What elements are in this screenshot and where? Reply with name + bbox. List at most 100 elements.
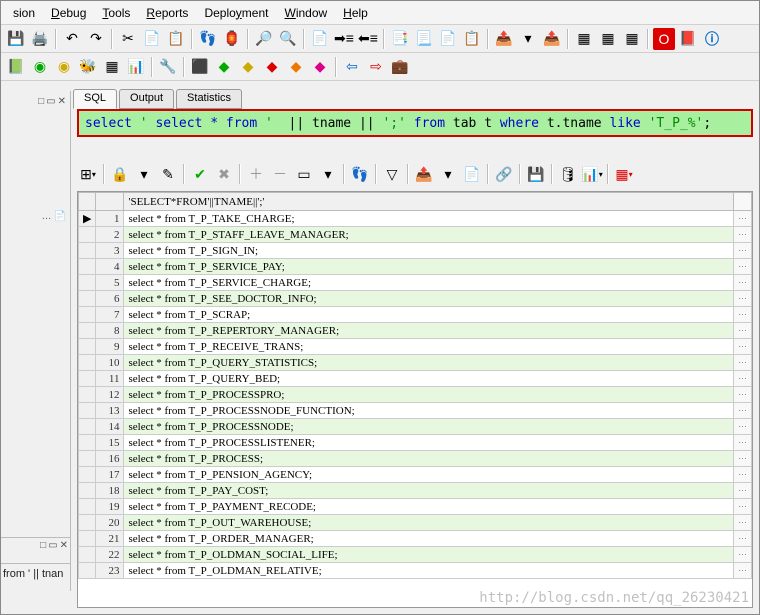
cell-more-icon[interactable]: ⋯ <box>734 531 752 547</box>
tab-sql[interactable]: SQL <box>73 89 117 109</box>
zoom-out-icon[interactable]: 🔍 <box>277 28 299 50</box>
lock-icon[interactable]: 🔒 <box>109 163 131 185</box>
brick-pink-icon[interactable]: ◆ <box>309 56 331 78</box>
menu-reports[interactable]: Reports <box>138 4 196 22</box>
cell-value[interactable]: select * from T_P_OLDMAN_SOCIAL_LIFE; <box>124 547 734 563</box>
save-icon[interactable]: 💾 <box>5 28 27 50</box>
cell-more-icon[interactable]: ⋯ <box>734 243 752 259</box>
cell-value[interactable]: select * from T_P_TAKE_CHARGE; <box>124 211 734 227</box>
cell-value[interactable]: select * from T_P_PROCESSLISTENER; <box>124 435 734 451</box>
app-icon[interactable]: O <box>653 28 675 50</box>
doc-icon[interactable]: 📄 <box>309 28 331 50</box>
tbl3-icon[interactable]: ▦ <box>621 28 643 50</box>
undo-icon[interactable]: ↶ <box>61 28 83 50</box>
cell-more-icon[interactable]: ⋯ <box>734 547 752 563</box>
table-row[interactable]: 2select * from T_P_STAFF_LEAVE_MANAGER;⋯ <box>79 227 752 243</box>
cell-more-icon[interactable]: ⋯ <box>734 275 752 291</box>
tab-stats[interactable]: Statistics <box>176 89 242 109</box>
chart-icon[interactable]: 📊 <box>125 56 147 78</box>
copy-icon[interactable]: 📄 <box>141 28 163 50</box>
bee-icon[interactable]: 🐝 <box>77 56 99 78</box>
cell-more-icon[interactable]: ⋯ <box>734 467 752 483</box>
cell-more-icon[interactable]: ⋯ <box>734 371 752 387</box>
table-row[interactable]: 17select * from T_P_PENSION_AGENCY;⋯ <box>79 467 752 483</box>
table-row[interactable]: 6select * from T_P_SEE_DOCTOR_INFO;⋯ <box>79 291 752 307</box>
replace-icon[interactable]: 🏮 <box>221 28 243 50</box>
table-row[interactable]: 5select * from T_P_SERVICE_CHARGE;⋯ <box>79 275 752 291</box>
cell-more-icon[interactable]: ⋯ <box>734 435 752 451</box>
cell-value[interactable]: select * from T_P_PROCESSNODE_FUNCTION; <box>124 403 734 419</box>
menu-debug[interactable]: Debug <box>43 4 94 22</box>
page-icon[interactable]: 📄 <box>54 211 66 222</box>
tab-output[interactable]: Output <box>119 89 174 109</box>
brick-orange-icon[interactable]: ◆ <box>285 56 307 78</box>
brick-yellow-icon[interactable]: ◆ <box>237 56 259 78</box>
page-icon[interactable]: 📄 <box>461 163 483 185</box>
drum-icon[interactable]: 🛢 <box>557 163 579 185</box>
cell-value[interactable]: select * from T_P_SERVICE_PAY; <box>124 259 734 275</box>
menu-help[interactable]: Help <box>335 4 376 22</box>
close2-icon[interactable]: ✕ <box>60 540 68 555</box>
table-row[interactable]: 22select * from T_P_OLDMAN_SOCIAL_LIFE;⋯ <box>79 547 752 563</box>
table-row[interactable]: ▶1select * from T_P_TAKE_CHARGE;⋯ <box>79 211 752 227</box>
pin2-icon[interactable]: □ <box>40 540 46 555</box>
php-icon[interactable]: 📗 <box>5 56 27 78</box>
table-row[interactable]: 7select * from T_P_SCRAP;⋯ <box>79 307 752 323</box>
cell-more-icon[interactable]: ⋯ <box>734 515 752 531</box>
table-row[interactable]: 15select * from T_P_PROCESSLISTENER;⋯ <box>79 435 752 451</box>
cell-more-icon[interactable]: ⋯ <box>734 499 752 515</box>
rect-icon[interactable]: ▭ <box>46 96 55 107</box>
wrench-icon[interactable]: 🔧 <box>157 56 179 78</box>
menu-deployment[interactable]: Deployment <box>196 4 276 22</box>
cell-more-icon[interactable]: ⋯ <box>734 483 752 499</box>
cell-value[interactable]: select * from T_P_SCRAP; <box>124 307 734 323</box>
green-icon[interactable]: ◉ <box>29 56 51 78</box>
grid2-icon[interactable]: ▦▾ <box>613 163 635 185</box>
arrow-right-icon[interactable]: ⇨ <box>365 56 387 78</box>
table-row[interactable]: 18select * from T_P_PAY_COST;⋯ <box>79 483 752 499</box>
minus-icon[interactable]: － <box>269 163 291 185</box>
cell-more-icon[interactable]: ⋯ <box>734 291 752 307</box>
copy-row-icon[interactable]: ▭ <box>293 163 315 185</box>
docb-icon[interactable]: 📃 <box>413 28 435 50</box>
cell-value[interactable]: select * from T_P_ORDER_MANAGER; <box>124 531 734 547</box>
briefcase-icon[interactable]: 💼 <box>389 56 411 78</box>
dd1-icon[interactable]: ▾ <box>517 28 539 50</box>
table-row[interactable]: 12select * from T_P_PROCESSPRO;⋯ <box>79 387 752 403</box>
table-row[interactable]: 20select * from T_P_OUT_WAREHOUSE;⋯ <box>79 515 752 531</box>
save2-icon[interactable]: 💾 <box>525 163 547 185</box>
yellow-icon[interactable]: ◉ <box>53 56 75 78</box>
cell-value[interactable]: select * from T_P_PROCESSNODE; <box>124 419 734 435</box>
cell-value[interactable]: select * from T_P_OUT_WAREHOUSE; <box>124 515 734 531</box>
cell-more-icon[interactable]: ⋯ <box>734 451 752 467</box>
grid-btn-icon[interactable]: ⊞▾ <box>77 163 99 185</box>
chart2-icon[interactable]: 📊▾ <box>581 163 603 185</box>
cell-value[interactable]: select * from T_P_SERVICE_CHARGE; <box>124 275 734 291</box>
cell-value[interactable]: select * from T_P_REPERTORY_MANAGER; <box>124 323 734 339</box>
print-icon[interactable]: 🖨️ <box>29 28 51 50</box>
cell-more-icon[interactable]: ⋯ <box>734 403 752 419</box>
column-header[interactable]: 'SELECT*FROM'||TNAME||';' <box>124 193 734 211</box>
table-row[interactable]: 10select * from T_P_QUERY_STATISTICS;⋯ <box>79 355 752 371</box>
cell-value[interactable]: select * from T_P_RECEIVE_TRANS; <box>124 339 734 355</box>
table-row[interactable]: 8select * from T_P_REPERTORY_MANAGER;⋯ <box>79 323 752 339</box>
dots-icon[interactable]: … <box>42 211 52 222</box>
x-icon[interactable]: ✖ <box>213 163 235 185</box>
cell-more-icon[interactable]: ⋯ <box>734 307 752 323</box>
pin-icon[interactable]: □ <box>38 96 44 107</box>
table-row[interactable]: 14select * from T_P_PROCESSNODE;⋯ <box>79 419 752 435</box>
grid-icon[interactable]: ▦ <box>101 56 123 78</box>
cell-more-icon[interactable]: ⋯ <box>734 355 752 371</box>
results-grid[interactable]: 'SELECT*FROM'||TNAME||';' ▶1select * fro… <box>77 191 753 608</box>
filter-icon[interactable]: ▽ <box>381 163 403 185</box>
tbl1-icon[interactable]: ▦ <box>573 28 595 50</box>
doca-icon[interactable]: 📑 <box>389 28 411 50</box>
cell-value[interactable]: select * from T_P_PAY_COST; <box>124 483 734 499</box>
zoom-in-icon[interactable]: 🔎 <box>253 28 275 50</box>
dd2-icon[interactable]: ▾ <box>133 163 155 185</box>
table-row[interactable]: 11select * from T_P_QUERY_BED;⋯ <box>79 371 752 387</box>
brick-red-icon[interactable]: ◆ <box>261 56 283 78</box>
binoc-icon[interactable]: 👣 <box>349 163 371 185</box>
cell-value[interactable]: select * from T_P_OLDMAN_RELATIVE; <box>124 563 734 579</box>
cell-value[interactable]: select * from T_P_SEE_DOCTOR_INFO; <box>124 291 734 307</box>
